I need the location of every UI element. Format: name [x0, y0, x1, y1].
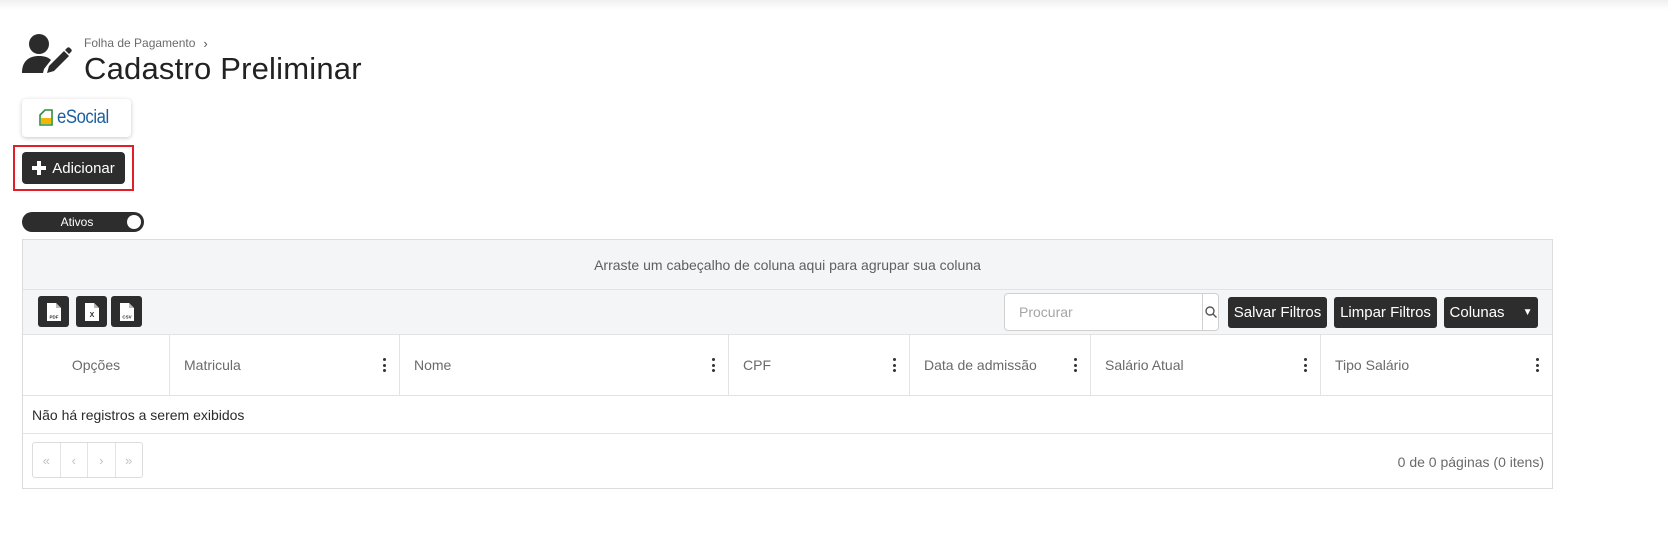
column-header-salario-atual[interactable]: Salário Atual	[1091, 335, 1321, 395]
esocial-button[interactable]: eSocial	[22, 99, 131, 137]
column-header-label: Nome	[414, 357, 452, 373]
svg-text:PDF: PDF	[49, 314, 58, 319]
page-header: Folha de Pagamento › Cadastro Preliminar	[22, 33, 362, 87]
column-menu-icon[interactable]	[710, 358, 716, 372]
breadcrumb-parent-link[interactable]: Folha de Pagamento	[84, 36, 195, 50]
prev-page-button[interactable]: ‹	[61, 443, 88, 477]
search-icon	[1204, 306, 1217, 318]
column-header-label: Data de admissão	[924, 357, 1037, 373]
add-button-label: Adicionar	[52, 159, 115, 177]
column-header-label: Tipo Salário	[1335, 357, 1410, 373]
group-panel[interactable]: Arraste um cabeçalho de coluna aqui para…	[23, 240, 1552, 290]
csv-file-icon: CSV	[119, 302, 134, 321]
data-grid: Arraste um cabeçalho de coluna aqui para…	[22, 239, 1553, 489]
user-edit-icon	[22, 34, 72, 73]
toggle-label: Ativos	[60, 215, 94, 229]
search-input[interactable]	[1005, 294, 1202, 330]
column-menu-icon[interactable]	[381, 358, 387, 372]
column-menu-icon[interactable]	[1302, 358, 1308, 372]
empty-message: Não há registros a serem exibidos	[32, 406, 245, 423]
clear-filters-button[interactable]: Limpar Filtros	[1334, 297, 1437, 328]
breadcrumb: Folha de Pagamento ›	[84, 35, 362, 51]
column-header-opcoes[interactable]: Opções	[23, 335, 170, 395]
column-menu-icon[interactable]	[891, 358, 897, 372]
clear-filters-label: Limpar Filtros	[1340, 304, 1431, 321]
esocial-logo-icon	[38, 109, 53, 126]
svg-text:CSV: CSV	[122, 314, 131, 319]
column-header-label: CPF	[743, 357, 771, 373]
toggle-knob	[127, 215, 141, 229]
next-page-button[interactable]: ›	[88, 443, 116, 477]
active-toggle[interactable]: Ativos	[22, 212, 144, 232]
save-filters-button[interactable]: Salvar Filtros	[1228, 297, 1327, 328]
group-panel-text: Arraste um cabeçalho de coluna aqui para…	[594, 256, 981, 273]
svg-text:X: X	[89, 312, 94, 319]
caret-down-icon: ▼	[1522, 307, 1533, 318]
columns-label: Colunas	[1449, 304, 1505, 321]
column-header-matricula[interactable]: Matricula	[170, 335, 400, 395]
columns-button[interactable]: Colunas ▼	[1444, 297, 1538, 328]
column-header-label: Opções	[71, 357, 121, 373]
page-info: 0 de 0 páginas (0 itens)	[1397, 454, 1544, 470]
last-page-button[interactable]: »	[116, 443, 143, 477]
column-header-cpf[interactable]: CPF	[729, 335, 910, 395]
column-header-label: Salário Atual	[1105, 357, 1184, 373]
pdf-file-icon: PDF	[46, 302, 61, 321]
column-menu-icon[interactable]	[1072, 358, 1078, 372]
page-title: Cadastro Preliminar	[84, 51, 362, 86]
column-header-nome[interactable]: Nome	[400, 335, 729, 395]
column-header-row: Opções Matricula Nome CPF Data de admiss…	[23, 335, 1552, 396]
save-filters-label: Salvar Filtros	[1233, 304, 1322, 321]
column-header-data-admissao[interactable]: Data de admissão	[910, 335, 1091, 395]
grid-toolbar: PDF X CSV Procurar Salvar Filtros Limpar…	[23, 290, 1552, 335]
add-button[interactable]: Adicionar	[22, 152, 125, 184]
top-shadow	[0, 0, 1668, 10]
esocial-label: eSocial	[56, 107, 109, 128]
column-header-label: Matricula	[184, 357, 241, 373]
empty-message-row: Não há registros a serem exibidos	[23, 396, 1552, 434]
search-field	[1004, 293, 1219, 331]
export-csv-button[interactable]: CSV	[111, 296, 142, 327]
pager-row: « ‹ › » 0 de 0 páginas (0 itens)	[23, 434, 1552, 487]
search-button[interactable]	[1202, 294, 1218, 330]
column-menu-icon[interactable]	[1534, 358, 1540, 372]
first-page-button[interactable]: «	[33, 443, 61, 477]
excel-file-icon: X	[84, 302, 99, 321]
plus-icon	[32, 161, 47, 175]
export-pdf-button[interactable]: PDF	[38, 296, 69, 327]
export-excel-button[interactable]: X	[76, 296, 107, 327]
chevron-right-icon: ›	[203, 35, 208, 51]
pager: « ‹ › »	[32, 442, 143, 478]
column-header-tipo-salario[interactable]: Tipo Salário	[1321, 335, 1552, 395]
